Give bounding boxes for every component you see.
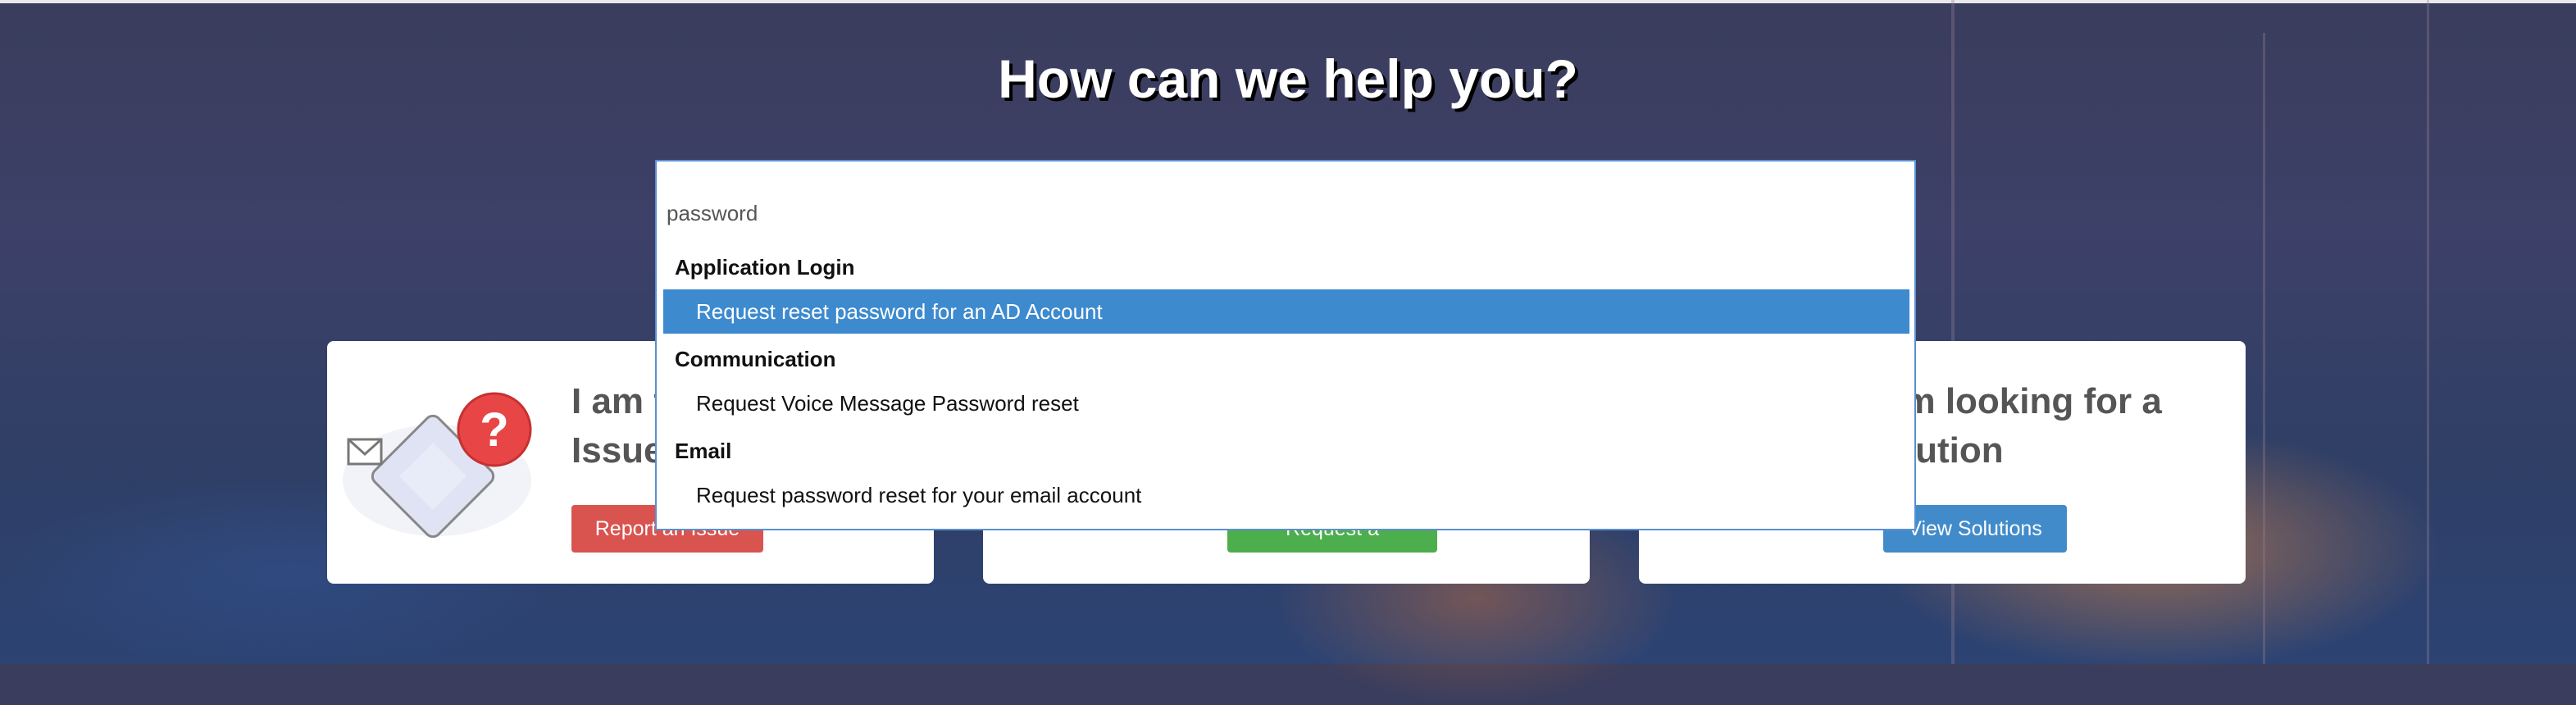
question-puzzle-icon: ? (339, 382, 552, 539)
result-item[interactable]: Request reset password for an AD Account (663, 289, 1909, 334)
page-title: How can we help you? (998, 48, 1578, 109)
top-border (0, 0, 2576, 3)
result-group-label: Email (675, 439, 732, 463)
result-group-label: Application Login (675, 255, 855, 280)
card-title: am looking for a olution (1883, 381, 2162, 471)
background-bridge-cable (2263, 33, 2265, 664)
result-item[interactable]: Request password reset for your email ac… (663, 473, 1909, 517)
svg-text:?: ? (480, 403, 508, 457)
search-autocomplete: Application Login Request reset password… (655, 160, 1916, 530)
search-input[interactable] (665, 196, 1898, 230)
result-group-label: Communication (675, 347, 836, 371)
result-item[interactable]: Request Voice Message Password reset (663, 381, 1909, 425)
